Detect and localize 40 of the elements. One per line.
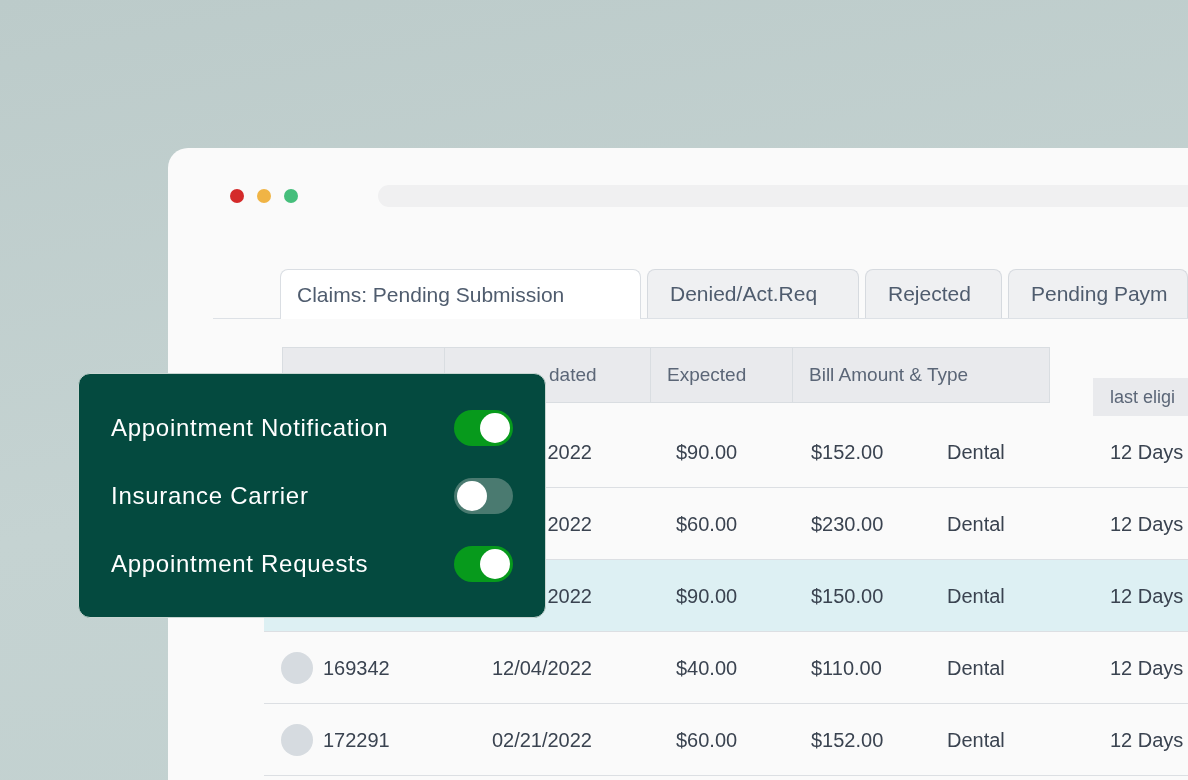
table-cell: $152.00 — [811, 728, 884, 751]
table-cell: $60.00 — [676, 728, 738, 751]
table-cell: $110.00 — [811, 656, 882, 679]
table-cell: $60.00 — [676, 512, 738, 535]
tab[interactable]: Rejected — [865, 269, 1002, 318]
table-cell: Dental — [947, 728, 1005, 751]
table-cell: 12 Days — [1110, 728, 1184, 751]
table-cell-text: 2022 — [547, 439, 592, 465]
table-cell-text: 2022 — [547, 583, 592, 609]
tab[interactable]: Claims: Pending Submission — [280, 269, 641, 319]
toggle-switch[interactable] — [454, 410, 513, 446]
toggle-switch[interactable] — [454, 478, 513, 514]
column-header: Expected — [667, 362, 747, 387]
table-cell-text: 12/04/2022 — [491, 655, 592, 681]
table-cell: $90.00 — [676, 440, 738, 463]
column-header: dated — [549, 362, 597, 387]
table-cell: 12 Days — [1110, 656, 1184, 679]
table-cell-text: 02/21/2022 — [491, 727, 592, 753]
tab[interactable]: Pending Paym — [1008, 269, 1188, 318]
table-cell: $90.00 — [676, 584, 738, 607]
table-cell: 12 Days — [1110, 440, 1184, 463]
table-cell: 12 Days — [1110, 512, 1184, 535]
table-cell: Dental — [947, 584, 1005, 607]
table-cell: Dental — [947, 440, 1005, 463]
table-cell-text: 169342 — [323, 655, 390, 681]
tab[interactable]: Denied/Act.Req — [647, 269, 859, 318]
table-cell: $152.00 — [811, 440, 884, 463]
column-header: Bill Amount & Type — [809, 362, 969, 387]
toggle-switch[interactable] — [454, 546, 513, 582]
table-cell: $150.00 — [811, 584, 884, 607]
table-cell: $40.00 — [676, 656, 738, 679]
table-cell-text: 2022 — [547, 511, 592, 537]
table-cell: Dental — [947, 512, 1005, 535]
table-cell: $230.00 — [811, 512, 884, 535]
table-cell: 12 Days — [1110, 584, 1184, 607]
table-cell: Dental — [947, 656, 1005, 679]
table-cell-text: 172291 — [323, 727, 390, 753]
radio-button[interactable] — [281, 651, 313, 684]
radio-button[interactable] — [281, 723, 313, 756]
column-header: last eligi — [1093, 378, 1188, 416]
